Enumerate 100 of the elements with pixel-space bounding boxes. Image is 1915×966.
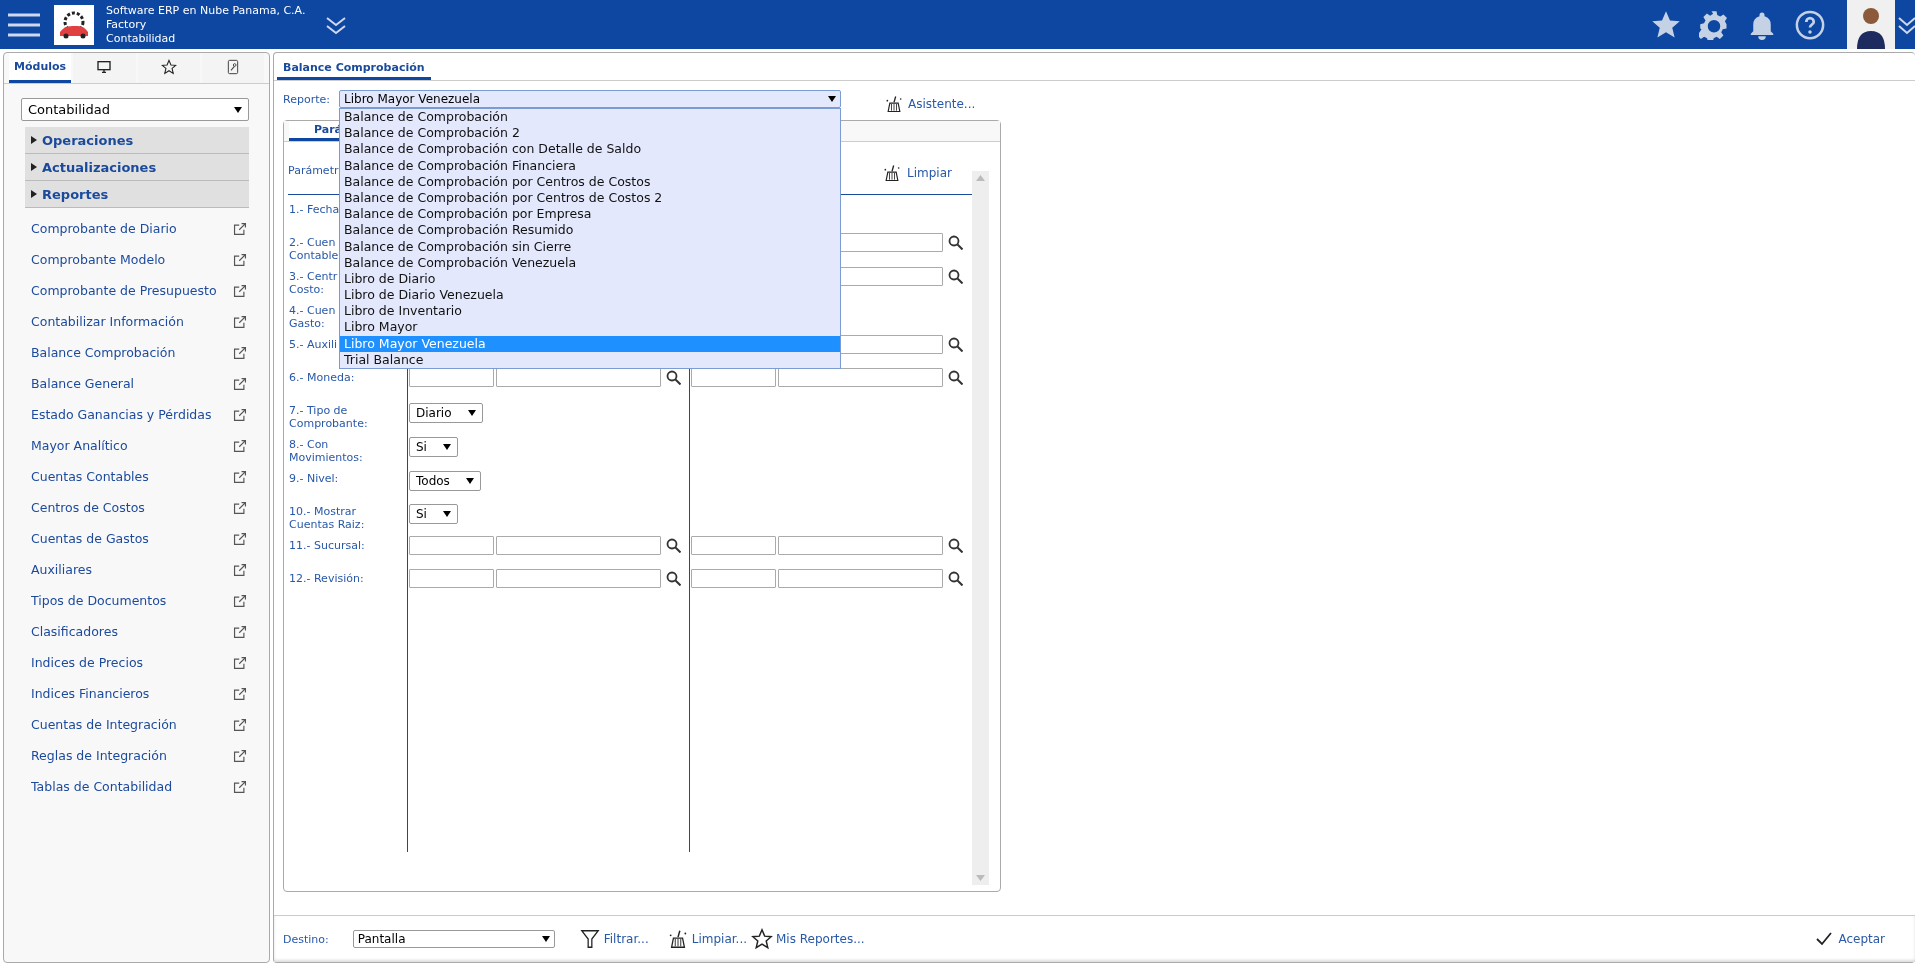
report-select[interactable]: Libro Mayor Venezuela xyxy=(339,90,841,108)
clear-button[interactable]: Limpiar xyxy=(882,163,952,183)
caret-icon xyxy=(442,444,451,450)
external-link-icon[interactable] xyxy=(233,438,247,453)
external-link-icon[interactable] xyxy=(233,376,247,391)
menu-link[interactable]: Centros de Costos xyxy=(31,500,221,515)
external-link-icon[interactable] xyxy=(233,314,247,329)
external-link-icon[interactable] xyxy=(233,407,247,422)
description-field[interactable] xyxy=(778,368,943,387)
search-icon[interactable] xyxy=(948,571,963,586)
code-field[interactable] xyxy=(409,536,494,555)
menu-link[interactable]: Tablas de Contabilidad xyxy=(31,779,221,794)
dropdown-option[interactable]: Balance de Comprobación Venezuela xyxy=(340,254,840,271)
menu-link[interactable]: Estado Ganancias y Pérdidas xyxy=(31,407,221,422)
filter-button[interactable]: Filtrar... xyxy=(578,928,649,950)
menu-link[interactable]: Indices de Precios xyxy=(31,655,221,670)
monitor-tab[interactable] xyxy=(73,53,136,83)
help-icon[interactable] xyxy=(1795,9,1825,40)
menu-link[interactable]: Balance Comprobación xyxy=(31,345,221,360)
menu-link[interactable]: Reglas de Integración xyxy=(31,748,221,763)
parameter-select[interactable]: Si xyxy=(409,437,458,457)
description-field[interactable] xyxy=(496,569,661,588)
dropdown-option[interactable]: Libro de Diario xyxy=(340,270,840,288)
description-field[interactable] xyxy=(778,536,943,555)
caret-icon xyxy=(828,96,836,102)
external-link-icon[interactable] xyxy=(233,283,247,298)
dropdown-option[interactable]: Balance de Comprobación Financiera xyxy=(340,157,840,174)
menu-link[interactable]: Comprobante Modelo xyxy=(31,252,221,267)
external-link-icon[interactable] xyxy=(233,500,247,515)
parameter-select[interactable]: Si xyxy=(409,504,458,524)
menu-link[interactable]: Cuentas de Gastos xyxy=(31,531,221,546)
wrench-tab[interactable] xyxy=(201,53,264,83)
menu-link[interactable]: Comprobante de Diario xyxy=(31,221,221,236)
menu-link[interactable]: Cuentas Contables xyxy=(31,469,221,484)
clear-button[interactable]: Limpiar... xyxy=(666,928,747,950)
dropdown-option[interactable]: Balance de Comprobación por Centros de Costos 2 xyxy=(340,189,840,207)
dropdown-option[interactable]: Libro Mayor xyxy=(340,319,840,336)
settings-icon[interactable] xyxy=(1699,9,1729,40)
star-tab[interactable] xyxy=(137,53,200,83)
menu-link[interactable]: Comprobante de Presupuesto xyxy=(31,283,221,298)
external-link-icon[interactable] xyxy=(233,686,247,701)
external-link-icon[interactable] xyxy=(233,252,247,267)
description-field[interactable] xyxy=(496,536,661,555)
search-icon[interactable] xyxy=(948,370,963,385)
search-icon[interactable] xyxy=(948,235,963,250)
dropdown-option[interactable]: Balance de Comprobación sin Cierre xyxy=(340,238,840,255)
search-icon[interactable] xyxy=(948,337,963,352)
report-tab[interactable]: Balance Comprobación xyxy=(277,53,431,80)
parameter-select[interactable]: Diario xyxy=(409,403,483,423)
external-link-icon[interactable] xyxy=(233,748,247,763)
search-icon[interactable] xyxy=(948,269,963,284)
destination-select[interactable]: Pantalla xyxy=(352,930,555,948)
search-icon[interactable] xyxy=(666,370,681,385)
section-header[interactable]: Actualizaciones xyxy=(25,154,249,181)
dropdown-option[interactable]: Balance de Comprobación con Detalle de Saldo xyxy=(340,141,840,158)
search-icon[interactable] xyxy=(666,538,681,553)
menu-link[interactable]: Indices Financieros xyxy=(31,686,221,701)
dropdown-option[interactable]: Balance de Comprobación por Centros de Costos xyxy=(340,173,840,190)
menu-link[interactable]: Contabilizar Información xyxy=(31,314,221,329)
dropdown-option[interactable]: Balance de Comprobación 2 xyxy=(340,125,840,142)
code-field[interactable] xyxy=(409,569,494,588)
external-link-icon[interactable] xyxy=(233,779,247,794)
menu-link[interactable]: Clasificadores xyxy=(31,624,221,639)
modules-tab[interactable]: Módulos xyxy=(9,53,72,83)
assistant-button[interactable]: Asistente... xyxy=(884,94,976,114)
code-field[interactable] xyxy=(691,569,776,588)
external-link-icon[interactable] xyxy=(233,531,247,546)
menu-link[interactable]: Mayor Analítico xyxy=(31,438,221,453)
double-chevron-icon[interactable] xyxy=(325,14,348,35)
external-link-icon[interactable] xyxy=(233,562,247,577)
external-link-icon[interactable] xyxy=(233,345,247,360)
section-header[interactable]: Reportes xyxy=(25,181,249,208)
description-field[interactable] xyxy=(778,569,943,588)
external-link-icon[interactable] xyxy=(233,655,247,670)
module-select[interactable]: Contabilidad xyxy=(21,98,249,121)
dropdown-option[interactable]: Balance de Comprobación Resumido xyxy=(340,222,840,239)
reports-button[interactable]: Mis Reportes... xyxy=(751,928,865,950)
menu-link[interactable]: Balance General xyxy=(31,376,221,391)
external-link-icon[interactable] xyxy=(233,593,247,608)
dropdown-option[interactable]: Trial Balance xyxy=(340,351,840,368)
menu-link[interactable]: Cuentas de Integración xyxy=(31,717,221,732)
external-link-icon[interactable] xyxy=(233,717,247,732)
external-link-icon[interactable] xyxy=(233,469,247,484)
external-link-icon[interactable] xyxy=(233,221,247,236)
double-chevron-icon[interactable] xyxy=(1897,14,1915,35)
external-link-icon[interactable] xyxy=(233,624,247,639)
code-field[interactable] xyxy=(691,536,776,555)
parameter-select[interactable]: Todos xyxy=(409,471,481,491)
dropdown-option[interactable]: Balance de Comprobación xyxy=(340,109,840,126)
accept-button[interactable]: Aceptar xyxy=(1816,932,1885,946)
menu-link[interactable]: Tipos de Documentos xyxy=(31,593,221,608)
star-icon[interactable] xyxy=(1651,9,1681,40)
search-icon[interactable] xyxy=(666,571,681,586)
section-header[interactable]: Operaciones xyxy=(25,127,249,154)
dropdown-option[interactable]: Libro de Diario Venezuela xyxy=(340,287,840,304)
dropdown-option[interactable]: Libro de Inventario xyxy=(340,303,840,320)
dropdown-option[interactable]: Balance de Comprobación por Empresa xyxy=(340,206,840,223)
search-icon[interactable] xyxy=(948,538,963,553)
menu-icon[interactable] xyxy=(8,11,40,38)
menu-link[interactable]: Auxiliares xyxy=(31,562,221,577)
